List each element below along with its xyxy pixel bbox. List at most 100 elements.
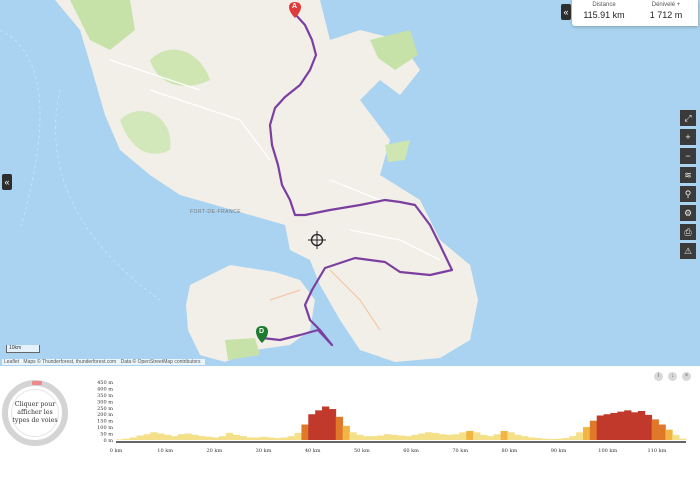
elevation-bar xyxy=(452,434,460,440)
print-button[interactable]: ⎙ xyxy=(680,224,696,240)
x-tick-label: 40 km xyxy=(305,448,321,454)
y-tick-label: 150 m xyxy=(97,419,113,425)
elevation-bar xyxy=(534,438,543,440)
elevation-bar xyxy=(322,406,330,440)
elevation-bar xyxy=(644,414,653,440)
elevation-bar xyxy=(576,432,584,440)
attribution-data[interactable]: Data © OpenStreetMap contributors xyxy=(121,359,201,365)
warning-icon: ⚠ xyxy=(683,246,693,256)
road-types-button[interactable]: Cliquer pour afficher les types de voies xyxy=(2,380,68,446)
elevation-bar xyxy=(376,435,385,440)
elevation-bar xyxy=(205,436,213,440)
elevation-bar xyxy=(651,419,659,440)
y-tick-label: 350 m xyxy=(97,393,113,399)
layers-icon: ≋ xyxy=(684,170,692,180)
map-toolbar: ⤢ + − ≋ ⚲ ⚙ ⎙ ⚠ xyxy=(680,110,696,262)
y-tick-label: 0 m xyxy=(103,438,113,444)
elevation-bar xyxy=(528,437,536,440)
download-icon: ↓ xyxy=(671,373,674,379)
collapse-stats-button[interactable]: « xyxy=(561,4,571,20)
elevation-bar xyxy=(212,437,220,440)
elevation-bar xyxy=(658,424,666,440)
y-tick-label: 450 m xyxy=(97,380,113,386)
route-map[interactable]: A D FORT-DE-FRANCE Distance 115.91 km Dé… xyxy=(0,0,700,366)
zoom-in-button[interactable]: + xyxy=(680,129,696,145)
elevation-bar xyxy=(170,436,179,440)
x-tick-label: 20 km xyxy=(206,448,222,454)
start-marker-label: A xyxy=(292,3,298,10)
map-attribution: Leaflet Maps © Thunderforest, thunderfor… xyxy=(2,359,206,365)
elevation-bar xyxy=(370,436,378,440)
fullscreen-icon: ⤢ xyxy=(684,113,692,123)
x-tick-label: 10 km xyxy=(157,448,173,454)
elevation-bar xyxy=(603,414,611,440)
distance-stat: Distance 115.91 km xyxy=(574,2,634,20)
elevation-bar xyxy=(562,438,570,440)
elevation-bar xyxy=(191,434,199,440)
double-chevron-left-icon: « xyxy=(4,177,10,187)
elevation-bar xyxy=(287,436,295,440)
elevation-bar xyxy=(232,434,241,440)
x-tick-label: 80 km xyxy=(502,448,518,454)
elevation-bar xyxy=(610,412,618,440)
close-icon: × xyxy=(684,373,689,379)
end-marker-label: D xyxy=(259,328,265,335)
x-tick-label: 100 km xyxy=(598,448,617,454)
elevation-bar xyxy=(390,434,398,440)
elevation-bar xyxy=(136,435,144,440)
x-tick-label: 30 km xyxy=(256,448,272,454)
attribution-tiles[interactable]: Maps © Thunderforest, thunderforest.com xyxy=(23,359,116,365)
elevation-bar xyxy=(541,438,550,440)
y-axis: 450 m400 m350 m300 m250 m200 m150 m100 m… xyxy=(97,380,113,444)
collapse-sidebar-button[interactable]: « xyxy=(2,174,12,190)
warning-button[interactable]: ⚠ xyxy=(680,243,696,259)
elevation-bar xyxy=(582,427,591,440)
elevation-bar xyxy=(425,432,433,440)
settings-button[interactable]: ⚙ xyxy=(680,205,696,221)
layers-button[interactable]: ≋ xyxy=(680,167,696,183)
elevation-bar xyxy=(335,416,344,440)
elevation-bar xyxy=(679,438,687,440)
elevation-bar xyxy=(157,433,165,440)
elevation-bar xyxy=(122,438,131,440)
elevation-bar xyxy=(363,436,371,440)
elevation-bar xyxy=(514,434,522,440)
elevation-bar xyxy=(548,438,556,440)
elevation-bar xyxy=(500,430,508,440)
x-tick-label: 60 km xyxy=(403,448,419,454)
attribution-leaflet[interactable]: Leaflet xyxy=(4,359,19,365)
elevation-bar xyxy=(459,432,467,440)
elevation-value: 1 712 m xyxy=(649,10,683,20)
elevation-bar xyxy=(164,434,172,440)
elevation-bar xyxy=(438,434,447,440)
elevation-bar xyxy=(589,420,598,440)
map-scale: 10km xyxy=(6,345,40,353)
y-tick-label: 400 m xyxy=(97,386,113,392)
bike-button[interactable]: ⚲ xyxy=(680,186,696,202)
route-stats: Distance 115.91 km Dénivelé + 1 712 m xyxy=(572,0,698,26)
elevation-bar xyxy=(294,432,302,440)
elevation-bar xyxy=(507,432,515,440)
elevation-bar xyxy=(521,436,529,440)
elevation-bar xyxy=(665,429,673,440)
distance-value: 115.91 km xyxy=(583,10,625,20)
elevation-bar xyxy=(129,437,138,440)
elevation-bar xyxy=(246,437,254,440)
elevation-bar xyxy=(280,437,289,440)
zoom-out-icon: − xyxy=(685,151,691,161)
print-icon: ⎙ xyxy=(684,227,692,237)
elevation-bar xyxy=(301,424,309,440)
zoom-in-icon: + xyxy=(685,132,691,142)
fullscreen-button[interactable]: ⤢ xyxy=(680,110,696,126)
road-types-text: Cliquer pour afficher les types de voies xyxy=(11,389,59,437)
elevation-bar xyxy=(260,436,268,440)
city-label: FORT-DE-FRANCE xyxy=(190,209,242,215)
elevation-bar xyxy=(493,434,501,440)
elevation-bar xyxy=(637,411,646,440)
distance-label: Distance xyxy=(592,2,616,8)
zoom-out-button[interactable]: − xyxy=(680,148,696,164)
map-tiles xyxy=(0,0,478,362)
elevation-bar xyxy=(624,410,632,440)
elevation-profile-chart[interactable]: 450 m400 m350 m300 m250 m200 m150 m100 m… xyxy=(88,380,692,476)
elevation-bar xyxy=(253,437,261,440)
